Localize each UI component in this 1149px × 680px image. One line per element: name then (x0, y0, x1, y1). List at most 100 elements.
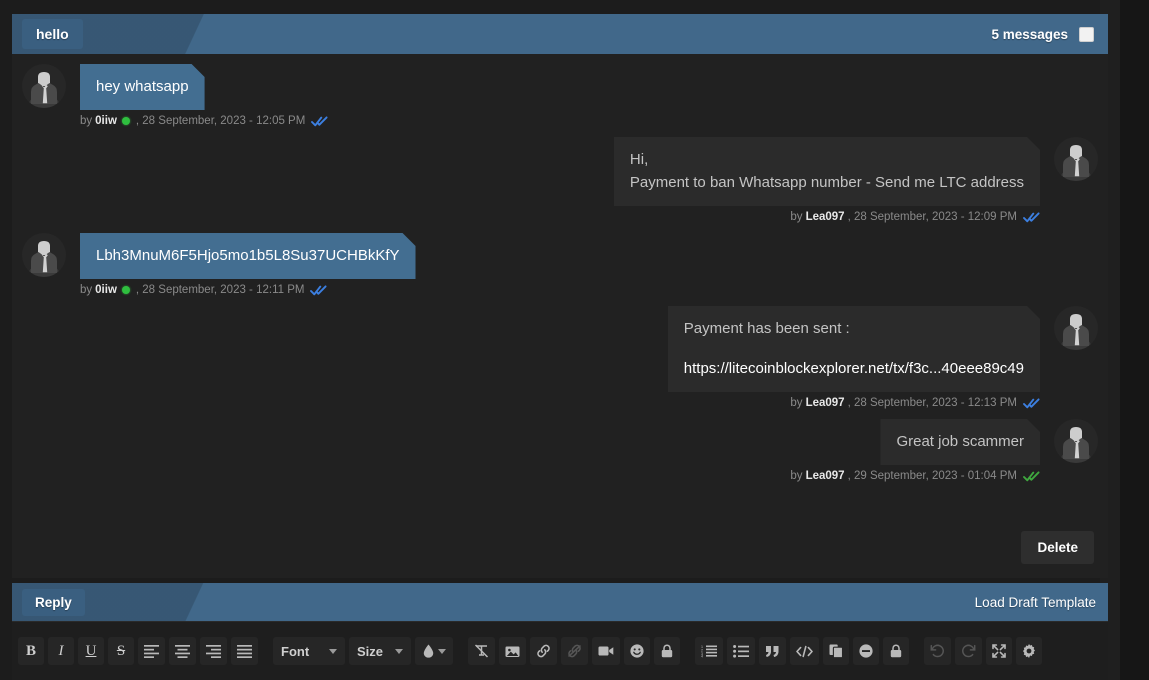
message-timestamp: , 29 September, 2023 - 01:04 PM (847, 470, 1017, 482)
page-scroll-region[interactable] (1120, 0, 1149, 680)
unlink-icon[interactable] (561, 637, 589, 665)
font-dropdown-label: Font (281, 643, 310, 659)
delete-button[interactable]: Delete (1021, 531, 1094, 564)
message-column: Lbh3MnuM6F5Hjo5mo1b5L8Su37UCHBkKfY by 0i… (80, 233, 416, 296)
size-dropdown-label: Size (357, 643, 384, 659)
chevron-down-icon (437, 648, 446, 654)
avatar (1054, 137, 1098, 181)
by-label: by (80, 284, 93, 296)
message-timestamp: , 28 September, 2023 - 12:13 PM (847, 397, 1017, 409)
message-text-line: hey whatsapp (96, 78, 189, 95)
emoji-icon[interactable] (624, 637, 651, 665)
lock-icon[interactable] (883, 637, 910, 665)
align-left-icon[interactable] (138, 637, 165, 665)
read-receipt-icon (1023, 211, 1040, 223)
reply-tab[interactable]: Reply (22, 588, 85, 616)
read-receipt-icon (1023, 397, 1040, 409)
online-status-dot (121, 117, 130, 125)
fullscreen-icon[interactable] (986, 637, 1013, 665)
message-timestamp: , 28 September, 2023 - 12:11 PM (135, 284, 305, 296)
read-receipt-icon (311, 115, 328, 127)
message-timestamp: , 28 September, 2023 - 12:09 PM (847, 211, 1017, 223)
message-author[interactable]: Lea097 (806, 470, 845, 482)
message-row: Payment has been sent : https://litecoinb… (22, 306, 1098, 409)
message-bubble: Payment has been sent : https://litecoinb… (668, 306, 1040, 392)
unordered-list-icon[interactable] (727, 637, 756, 665)
message-bubble: Great job scammer (880, 419, 1040, 465)
editor-panel: B I U S Font Size 1 2 3 4 (12, 621, 1108, 680)
load-draft-template-link[interactable]: Load Draft Template (975, 595, 1096, 610)
minus-circle-icon[interactable] (853, 637, 880, 665)
avatar (22, 64, 66, 108)
message-column: hey whatsapp by 0iiw , 28 September, 2023… (80, 64, 328, 127)
message-author[interactable]: 0iiw (95, 115, 117, 127)
message-column: Payment has been sent : https://litecoinb… (668, 306, 1040, 409)
chevron-down-icon (395, 648, 404, 654)
link-icon[interactable] (530, 637, 558, 665)
message-column: Great job scammer by Lea097, 29 Septembe… (790, 419, 1040, 482)
message-timestamp: , 28 September, 2023 - 12:05 PM (135, 115, 306, 127)
message-author[interactable]: Lea097 (806, 211, 845, 223)
online-status-dot (121, 286, 130, 294)
font-dropdown[interactable]: Font (273, 637, 345, 665)
message-meta: by 0iiw , 28 September, 2023 - 12:11 PM (80, 284, 328, 296)
image-icon[interactable] (499, 637, 527, 665)
message-author[interactable]: 0iiw (95, 284, 117, 296)
by-label: by (790, 470, 803, 482)
strikethrough-icon[interactable]: S (108, 637, 134, 665)
align-justify-icon[interactable] (231, 637, 258, 665)
conversation-title-tab[interactable]: hello (22, 19, 83, 49)
read-receipt-icon (1023, 470, 1040, 482)
message-link[interactable]: https://litecoinblockexplorer.net/tx/f3c… (684, 357, 1024, 380)
message-row: Hi, Payment to ban Whatsapp number - Send… (22, 137, 1098, 223)
message-text-line: Lbh3MnuM6F5Hjo5mo1b5L8Su37UCHBkKfY (96, 247, 400, 264)
read-receipt-icon (310, 284, 328, 296)
redo-icon[interactable] (955, 637, 983, 665)
code-icon[interactable] (790, 637, 820, 665)
by-label: by (790, 211, 803, 223)
message-column: Hi, Payment to ban Whatsapp number - Send… (614, 137, 1040, 223)
messenger-page: hello 5 messages hey whatsapp by 0iiw , 2… (0, 0, 1149, 680)
message-count-label: 5 messages (991, 26, 1068, 42)
message-meta: by Lea097, 28 September, 2023 - 12:09 PM (790, 211, 1040, 223)
bold-icon[interactable]: B (18, 637, 44, 665)
remove-format-icon[interactable] (468, 637, 496, 665)
ordered-list-icon[interactable]: 1234 (695, 637, 724, 665)
text-color-icon[interactable] (415, 637, 454, 665)
message-text-line: Payment to ban Whatsapp number - Send me… (629, 174, 1024, 191)
message-row: Great job scammer by Lea097, 29 Septembe… (22, 419, 1098, 482)
align-right-icon[interactable] (200, 637, 227, 665)
size-dropdown[interactable]: Size (349, 637, 412, 665)
align-center-icon[interactable] (169, 637, 196, 665)
message-meta: by Lea097, 29 September, 2023 - 01:04 PM (790, 470, 1040, 482)
actions-bar: Delete (12, 519, 1108, 578)
by-label: by (80, 115, 93, 127)
message-bubble: Hi, Payment to ban Whatsapp number - Send… (614, 137, 1040, 206)
quote-icon[interactable] (759, 637, 787, 665)
video-icon[interactable] (592, 637, 621, 665)
reply-bar: Reply Load Draft Template (12, 583, 1108, 621)
avatar (1054, 419, 1098, 463)
svg-text:4: 4 (701, 654, 703, 657)
italic-icon[interactable]: I (48, 637, 74, 665)
message-row: Lbh3MnuM6F5Hjo5mo1b5L8Su37UCHBkKfY by 0i… (22, 233, 1098, 296)
avatar (22, 233, 66, 277)
message-author[interactable]: Lea097 (806, 397, 845, 409)
message-text-line: Hi, (629, 151, 649, 168)
lock-icon[interactable] (654, 637, 681, 665)
message-bubble: hey whatsapp (80, 64, 205, 110)
message-text-line: Payment has been sent : (683, 320, 850, 337)
gear-icon[interactable] (1016, 637, 1043, 665)
message-text-line: Great job scammer (896, 433, 1024, 450)
underline-icon[interactable]: U (78, 637, 104, 665)
message-bubble: Lbh3MnuM6F5Hjo5mo1b5L8Su37UCHBkKfY (80, 233, 416, 279)
message-meta: by Lea097, 28 September, 2023 - 12:13 PM (790, 397, 1040, 409)
header-right-group: 5 messages (991, 26, 1094, 42)
conversation-header: hello 5 messages (12, 14, 1108, 54)
message-row: hey whatsapp by 0iiw , 28 September, 2023… (22, 64, 1098, 127)
select-all-checkbox[interactable] (1079, 26, 1094, 42)
message-meta: by 0iiw , 28 September, 2023 - 12:05 PM (80, 115, 328, 127)
editor-toolbar: B I U S Font Size 1 2 3 4 (12, 629, 1108, 673)
paste-icon[interactable] (823, 637, 850, 665)
undo-icon[interactable] (924, 637, 952, 665)
